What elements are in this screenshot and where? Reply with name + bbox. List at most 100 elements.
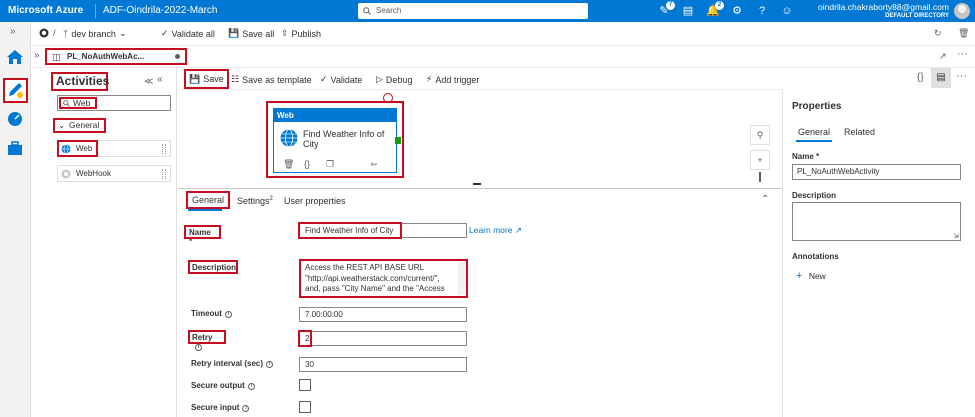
required-marker: * [189, 237, 193, 246]
debug-button[interactable]: ▷ Debug [376, 74, 412, 85]
brand-title[interactable]: Microsoft Azure [8, 5, 83, 16]
properties-toggle-icon[interactable]: ▤ [931, 68, 951, 88]
description-scrollbar[interactable] [458, 262, 465, 295]
zoom-search-icon[interactable]: ⚲ [750, 125, 770, 145]
tab-settings-label: Settings [237, 196, 270, 206]
validate-label: Validate [330, 74, 363, 85]
code-braces-icon[interactable]: {} [304, 159, 310, 169]
tab-user-properties[interactable]: User properties [284, 196, 346, 206]
description-field[interactable]: Access the REST API BASE URL "http://api… [299, 259, 468, 298]
expand-diagonal-icon[interactable]: ↗ [939, 51, 947, 62]
collapse-icon[interactable]: » [34, 50, 40, 61]
zoom-in-icon[interactable]: + [750, 150, 770, 170]
timeout-field[interactable]: 7.00:00:00 [299, 307, 467, 322]
tab-pipeline[interactable]: ◫ PL_NoAuthWebAc... [45, 48, 187, 65]
success-connector[interactable] [395, 137, 401, 144]
more-icon[interactable]: ··· [957, 48, 968, 60]
expand-icon[interactable]: » [10, 26, 16, 37]
resize-grip-icon[interactable]: ⇲ [953, 232, 959, 240]
add-trigger-button[interactable]: ⚡ Add trigger [426, 74, 479, 85]
search-placeholder: Search [376, 6, 402, 15]
tab-properties-general[interactable]: General [798, 127, 830, 137]
validate-button[interactable]: ✓ Validate [320, 74, 362, 85]
group-general[interactable]: ⌄ General [53, 118, 106, 133]
delete-icon[interactable]: 🗑 [283, 159, 294, 170]
timeout-label-text: Timeout [191, 309, 222, 318]
manage-toolbox-icon[interactable] [5, 139, 25, 159]
feedback-icon[interactable]: ☺ [780, 4, 794, 18]
activity-webhook[interactable]: WebHook [57, 165, 171, 182]
notification-badge-2: 2 [715, 1, 724, 10]
directory-icon[interactable]: ▤ [681, 4, 695, 18]
secure-input-label: Secure input i [191, 403, 250, 412]
activity-web[interactable]: Web [57, 140, 171, 157]
pipeline-name-field[interactable]: PL_NoAuthWebActivity [792, 164, 961, 180]
tab-settings[interactable]: Settings2 [237, 196, 273, 206]
activities-search-input[interactable]: Web [57, 95, 171, 111]
help-icon[interactable]: ? [755, 4, 769, 18]
info-icon[interactable]: i [242, 405, 250, 412]
hide-pane-icon[interactable]: « [157, 74, 163, 85]
publish-button[interactable]: ⇪ Publish [281, 28, 321, 39]
more-icon[interactable]: ··· [956, 70, 967, 82]
tab-general[interactable]: General [186, 191, 231, 209]
search-icon [363, 7, 371, 15]
web-node-type: Web [274, 109, 396, 122]
new-annotation-label: New [808, 271, 826, 281]
tab-general-label: General [192, 195, 225, 205]
user-account[interactable]: oindrila.chakraborty88@gmail.com DEFAULT… [818, 2, 949, 19]
search-input[interactable]: Search [358, 3, 588, 19]
add-trigger-label: Add trigger [435, 74, 480, 85]
gear-icon[interactable]: ⚙ [730, 4, 744, 18]
info-icon[interactable]: i [247, 383, 255, 390]
search-value-highlight: Web [59, 97, 97, 109]
save-as-template-button[interactable]: ☷ Save as template [231, 74, 312, 85]
save-button[interactable]: 💾 Save [184, 69, 229, 89]
info-icon[interactable]: i [195, 344, 202, 351]
user-directory: DEFAULT DIRECTORY [885, 13, 949, 19]
validate-all-button[interactable]: ✓ Validate all [161, 28, 215, 39]
secure-output-checkbox[interactable] [299, 379, 311, 391]
add-output-icon[interactable]: ➳ [370, 159, 378, 170]
copy-icon[interactable]: ❐ [326, 159, 334, 170]
bell-icon[interactable]: ✎ 7 [657, 1, 675, 18]
check-icon: ✓ [320, 74, 328, 84]
name-label: Name * [184, 225, 221, 246]
description-label: Description [188, 260, 238, 274]
branch-selector[interactable]: ᛉ dev branch ⌄ [63, 28, 126, 39]
name-field[interactable]: Find Weather Info of City [298, 222, 467, 239]
drag-handle[interactable] [162, 144, 166, 154]
zoom-slider[interactable] [759, 172, 761, 182]
info-icon[interactable]: i [224, 311, 232, 318]
pipeline-name-value: PL_NoAuthWebActivity [797, 167, 880, 176]
avatar[interactable] [954, 3, 970, 19]
activity-details-pane: General Settings2 User properties ⌃ Name… [178, 188, 782, 417]
save-all-button[interactable]: 💾 Save all [228, 28, 274, 39]
monitor-icon[interactable] [5, 109, 25, 129]
tab-properties-related[interactable]: Related [844, 127, 875, 137]
secure-input-checkbox[interactable] [299, 401, 311, 413]
retry-field[interactable]: 2 [298, 330, 467, 347]
pane-resize-handle[interactable] [473, 183, 481, 185]
learn-more-link[interactable]: Learn more ↗ [469, 225, 522, 236]
github-icon[interactable] [39, 28, 49, 38]
factory-name[interactable]: ADF-Oindrila-2022-March [103, 5, 217, 16]
collapse-pane-icon[interactable]: ⌃ [761, 194, 769, 205]
web-activity-node[interactable]: Web Find Weather Info of City 🗑 {} ❐ ➳ [273, 108, 401, 173]
info-icon[interactable]: i [266, 361, 274, 368]
notifications-icon[interactable]: 🔔 2 [706, 1, 724, 18]
retry-interval-label-text: Retry interval (sec) [191, 359, 264, 368]
home-icon[interactable] [5, 47, 25, 67]
pipeline-description-field[interactable]: ⇲ [792, 202, 961, 241]
play-icon: ▷ [376, 74, 383, 84]
author-pencil-icon[interactable] [3, 78, 28, 103]
refresh-icon[interactable]: ↻ [934, 28, 942, 39]
external-link-icon: ↗ [514, 225, 522, 235]
drag-handle[interactable] [162, 169, 166, 179]
new-annotation-button[interactable]: + New [796, 270, 826, 282]
code-braces-icon[interactable]: {} [917, 72, 924, 83]
discard-icon[interactable]: 🗑 [958, 28, 969, 39]
collapse-all-icon[interactable]: ≪ [144, 76, 153, 87]
retry-interval-field[interactable]: 30 [299, 357, 467, 372]
left-rail: » [0, 22, 31, 417]
